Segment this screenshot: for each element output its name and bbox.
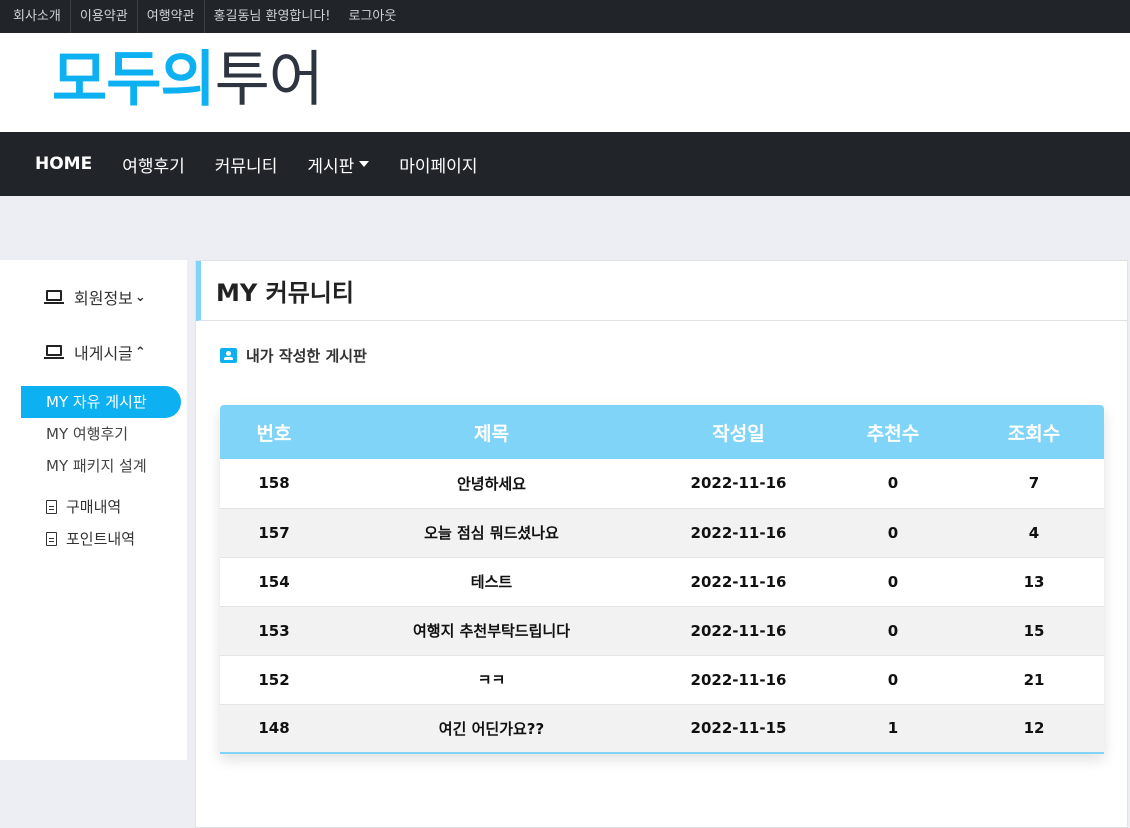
cell-likes: 0 bbox=[887, 523, 899, 542]
nav-mypage[interactable]: 마이페이지 bbox=[384, 152, 492, 177]
cell-title-link[interactable]: 여긴 어딘가요?? bbox=[328, 704, 655, 753]
travel-terms-link[interactable]: 여행약관 bbox=[138, 0, 205, 33]
nav-board-label: 게시판 bbox=[307, 156, 355, 177]
sidebar-points-label: 포인트내역 bbox=[66, 530, 136, 548]
cell-views: 21 bbox=[1023, 670, 1045, 689]
sidebar-item-my-travel-reviews[interactable]: MY 여행후기 bbox=[21, 418, 181, 450]
column-header-title: 제목 bbox=[474, 422, 509, 445]
cell-title-link[interactable]: 오늘 점심 뭐드셨나요 bbox=[328, 508, 655, 557]
table-header-row: 번호 제목 작성일 추천수 조회수 bbox=[220, 405, 1104, 459]
section-heading: 내가 작성한 게시판 bbox=[220, 345, 367, 366]
posts-table: 번호 제목 작성일 추천수 조회수 158 안녕하세요 2022-11-16 0… bbox=[220, 405, 1104, 754]
cell-date: 2022-11-15 bbox=[690, 719, 787, 738]
cell-views: 15 bbox=[1023, 621, 1045, 640]
caret-down-icon bbox=[359, 161, 370, 167]
document-icon bbox=[46, 499, 57, 514]
cell-number: 158 bbox=[258, 474, 290, 493]
sidebar-item-my-package-design[interactable]: MY 패키지 설계 bbox=[21, 450, 181, 482]
logo-highlight: 모두의 bbox=[52, 45, 216, 115]
table-row[interactable]: 158 안녕하세요 2022-11-16 0 7 bbox=[220, 459, 1104, 508]
cell-date: 2022-11-16 bbox=[690, 523, 787, 542]
site-logo[interactable]: 모두의투어 bbox=[52, 45, 324, 115]
cell-number: 152 bbox=[258, 670, 290, 689]
cell-date: 2022-11-16 bbox=[690, 572, 787, 591]
cell-likes: 0 bbox=[887, 621, 899, 640]
nav-board-dropdown[interactable]: 게시판 bbox=[292, 152, 384, 177]
chevron-down-icon: ⌄ bbox=[134, 289, 146, 305]
sidebar-purchase-label: 구매내역 bbox=[66, 498, 122, 516]
laptop-icon bbox=[44, 344, 64, 360]
cell-date: 2022-11-16 bbox=[690, 621, 787, 640]
laptop-icon bbox=[44, 289, 64, 305]
nav-home[interactable]: HOME bbox=[20, 154, 107, 174]
table-row[interactable]: 157 오늘 점심 뭐드셨나요 2022-11-16 0 4 bbox=[220, 508, 1104, 557]
cell-views: 7 bbox=[1028, 474, 1040, 493]
column-header-date: 작성일 bbox=[712, 422, 765, 445]
sidebar: 회원정보 ⌄ 내게시글 ⌃ MY 자유 게시판 MY 여행후기 MY 패키지 설… bbox=[0, 260, 187, 760]
cell-title-link[interactable]: 안녕하세요 bbox=[328, 459, 655, 508]
page-title: MY 커뮤니티 bbox=[216, 279, 354, 307]
document-icon bbox=[46, 531, 57, 546]
main-content: MY 커뮤니티 내가 작성한 게시판 번호 제목 작성일 추천수 조회수 158 bbox=[195, 260, 1128, 828]
welcome-user-text: 홍길동님 환영합니다! bbox=[213, 9, 331, 24]
nav-travel-reviews[interactable]: 여행후기 bbox=[107, 152, 200, 177]
cell-likes: 0 bbox=[887, 670, 899, 689]
cell-views: 13 bbox=[1023, 572, 1045, 591]
posts-table-container: 번호 제목 작성일 추천수 조회수 158 안녕하세요 2022-11-16 0… bbox=[220, 405, 1104, 754]
sidebar-my-posts[interactable]: 내게시글 ⌃ bbox=[44, 340, 146, 364]
cell-likes: 0 bbox=[887, 572, 899, 591]
cell-title-link[interactable]: 여행지 추천부탁드립니다 bbox=[328, 606, 655, 655]
column-header-views: 조회수 bbox=[1007, 422, 1061, 445]
logout-link[interactable]: 로그아웃 bbox=[340, 0, 406, 33]
cell-likes: 1 bbox=[887, 719, 899, 738]
cell-number: 157 bbox=[258, 523, 290, 542]
chevron-up-icon: ⌃ bbox=[134, 344, 146, 360]
cell-date: 2022-11-16 bbox=[690, 474, 787, 493]
main-navigation: HOME 여행후기 커뮤니티 게시판 마이페이지 bbox=[0, 132, 1130, 196]
sidebar-my-posts-label: 내게시글 bbox=[74, 344, 133, 363]
logo-rest: 투어 bbox=[214, 45, 324, 115]
company-intro-link[interactable]: 회사소개 bbox=[4, 0, 71, 33]
cell-date: 2022-11-16 bbox=[690, 670, 787, 689]
table-row[interactable]: 148 여긴 어딘가요?? 2022-11-15 1 12 bbox=[220, 704, 1104, 753]
cell-number: 154 bbox=[258, 572, 290, 591]
nav-community[interactable]: 커뮤니티 bbox=[200, 152, 293, 177]
column-header-likes: 추천수 bbox=[866, 422, 920, 445]
cell-number: 148 bbox=[258, 719, 290, 738]
cell-title-link[interactable]: ㅋㅋ bbox=[328, 655, 655, 704]
section-heading-label: 내가 작성한 게시판 bbox=[246, 347, 367, 365]
sidebar-item-my-free-board[interactable]: MY 자유 게시판 bbox=[21, 386, 181, 418]
cell-number: 153 bbox=[258, 621, 290, 640]
sidebar-item-purchase-history[interactable]: 구매내역 bbox=[46, 496, 121, 517]
top-utility-bar: 회사소개 이용약관 여행약관 홍길동님 환영합니다! 로그아웃 bbox=[0, 0, 1130, 33]
site-header: 모두의투어 bbox=[0, 33, 1130, 132]
sidebar-item-points-history[interactable]: 포인트내역 bbox=[46, 528, 135, 549]
cell-likes: 0 bbox=[887, 474, 899, 493]
table-row[interactable]: 153 여행지 추천부탁드립니다 2022-11-16 0 15 bbox=[220, 606, 1104, 655]
page-title-bar: MY 커뮤니티 bbox=[196, 261, 1127, 321]
sidebar-member-info-label: 회원정보 bbox=[74, 289, 133, 308]
cell-views: 12 bbox=[1023, 719, 1045, 738]
cell-title-link[interactable]: 테스트 bbox=[328, 557, 655, 606]
cell-views: 4 bbox=[1028, 523, 1040, 542]
table-row[interactable]: 154 테스트 2022-11-16 0 13 bbox=[220, 557, 1104, 606]
table-row[interactable]: 152 ㅋㅋ 2022-11-16 0 21 bbox=[220, 655, 1104, 704]
id-card-icon bbox=[220, 348, 237, 363]
sidebar-member-info[interactable]: 회원정보 ⌄ bbox=[44, 285, 146, 309]
column-header-number: 번호 bbox=[256, 422, 292, 445]
terms-of-use-link[interactable]: 이용약관 bbox=[71, 0, 138, 33]
